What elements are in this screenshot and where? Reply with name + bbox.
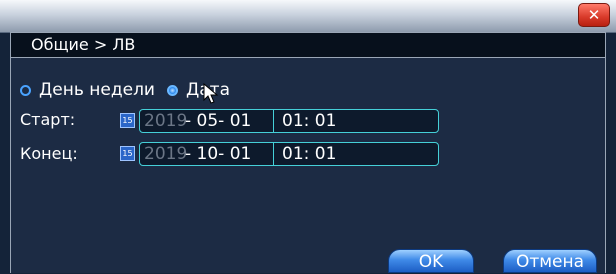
start-calendar-icon[interactable]: 15 xyxy=(120,113,135,128)
end-label: Конец: xyxy=(20,144,78,163)
end-separator xyxy=(273,143,274,165)
radio-day-of-week-label[interactable]: День недели xyxy=(39,80,155,100)
start-datetime-field[interactable]: 2019 - 05- 01 01: 01 xyxy=(139,109,439,133)
end-calendar-icon[interactable]: 15 xyxy=(120,146,135,161)
end-month-day[interactable]: - 10- 01 xyxy=(185,143,251,165)
ok-button[interactable]: OK xyxy=(388,249,474,273)
radio-date[interactable] xyxy=(166,84,178,96)
radio-day-of-week[interactable] xyxy=(20,84,31,96)
page-title: Общие > ЛВ xyxy=(10,32,606,58)
close-icon: ✕ xyxy=(587,6,601,24)
start-time[interactable]: 01: 01 xyxy=(282,110,336,132)
start-separator xyxy=(273,110,274,132)
mouse-cursor-icon xyxy=(203,83,219,104)
start-year[interactable]: 2019 xyxy=(144,110,187,132)
cancel-button[interactable]: Отмена xyxy=(503,249,597,273)
start-label: Старт: xyxy=(20,110,76,129)
end-time[interactable]: 01: 01 xyxy=(282,143,336,165)
title-bar: ✕ xyxy=(0,0,616,33)
end-year[interactable]: 2019 xyxy=(144,143,187,165)
end-datetime-field[interactable]: 2019 - 10- 01 01: 01 xyxy=(139,142,439,166)
close-button[interactable]: ✕ xyxy=(578,3,610,27)
start-month-day[interactable]: - 05- 01 xyxy=(185,110,251,132)
